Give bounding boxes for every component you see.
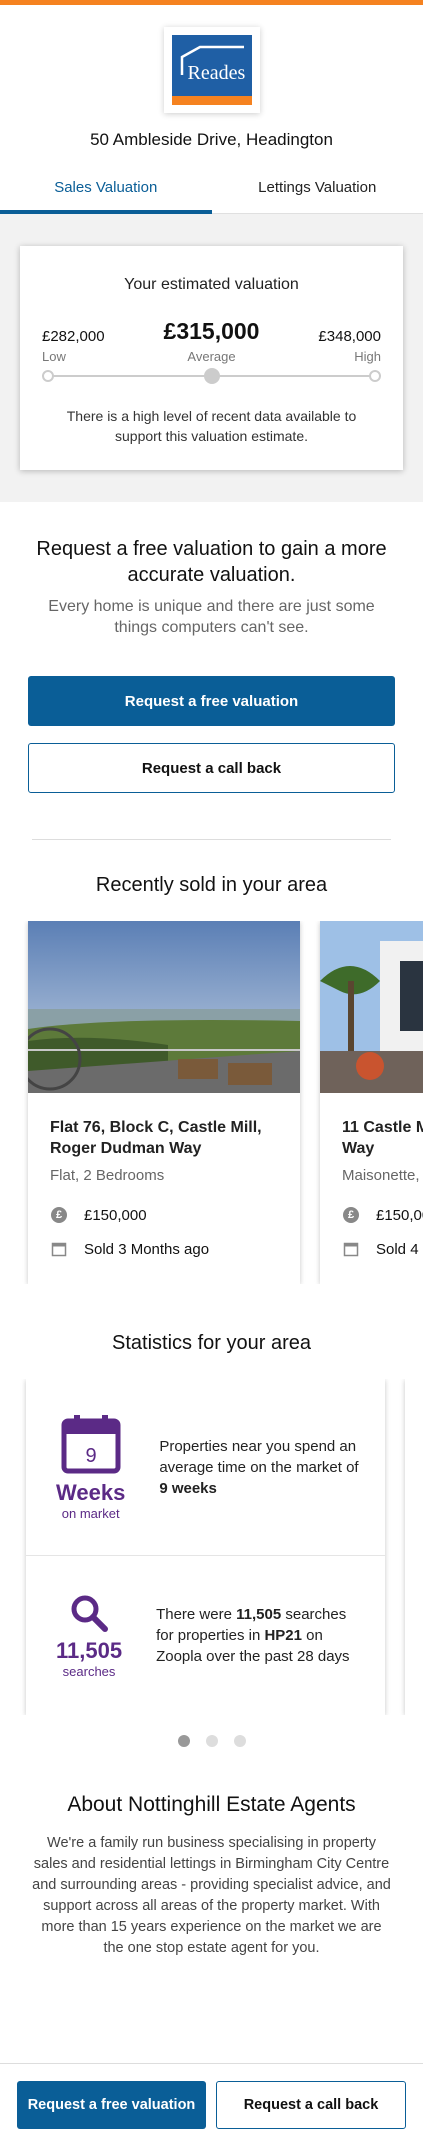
pound-icon: £ [342,1206,360,1224]
property-price-row: £ £150,000 [342,1206,423,1224]
property-photo-image [28,921,300,1093]
property-details: 11 Castle Mill, Roger Dudman Way Maisone… [320,1093,423,1284]
calendar-icon: 9 [61,1415,121,1474]
statistics-card [405,1379,423,1715]
stat-weeks-row: 9 Weeks on market Properties near you sp… [26,1379,385,1555]
high-label: High [354,349,381,364]
property-photo-image [320,921,423,1093]
statistics-title: Statistics for your area [112,1332,311,1354]
footer-request-call-back-button[interactable]: Request a call back [215,2081,406,2129]
valuation-title: Your estimated valuation [124,276,299,293]
property-name: 11 Castle Mill, Roger Dudman Way [342,1119,423,1157]
search-icon [71,1595,109,1632]
stat-weeks-big: Weeks [56,1480,126,1505]
property-type: Maisonette, 2 Bedrooms [342,1167,423,1184]
request-valuation-section: Request a free valuation to gain a more … [0,502,423,793]
stat-searches-big: 11,505 [56,1637,123,1663]
carousel-pagination [0,1735,423,1747]
stat-searches-small: searches [62,1663,116,1679]
request-free-valuation-button[interactable]: Request a free valuation [28,676,395,726]
low-value: £282,000 [42,328,105,345]
stat-searches-text-area: HP21 [264,1627,302,1644]
property-price-row: £ £150,000 [50,1206,278,1224]
valuation-average: £315,000 Average [164,318,260,364]
property-type: Flat, 2 Bedrooms [50,1167,165,1184]
about-text: We're a family run business specialising… [32,1835,391,1956]
sticky-footer: Request a free valuation Request a call … [0,2063,423,2139]
stat-searches-text-a: There were [156,1606,237,1623]
pound-icon: £ [50,1206,68,1224]
agency-logo: Reades [163,27,260,113]
pagination-dot[interactable] [177,1735,190,1747]
statistics-section: Statistics for your area 9 Weeks on mark… [0,1332,423,1747]
stat-searches-badge: 11,505 searches [56,1593,122,1679]
stat-searches-row: 11,505 searches There were 11,505 search… [26,1555,385,1715]
average-label: Average [187,349,236,364]
slider-high-marker [369,370,381,382]
valuation-section: Your estimated valuation £282,000 Low £3… [0,214,423,502]
cta-subtitle: Every home is unique and there are just … [48,598,375,636]
about-title: About Nottinghill Estate Agents [67,1793,356,1816]
property-address: 50 Ambleside Drive, Headington [90,130,333,149]
property-photo [320,921,423,1093]
average-value: £315,000 [163,318,260,344]
recently-sold-carousel[interactable]: Flat 76, Block C, Castle Mill, Roger Dud… [0,921,423,1284]
pagination-dot[interactable] [205,1735,218,1747]
statistics-card: 9 Weeks on market Properties near you sp… [26,1379,385,1715]
calendar-icon [50,1240,68,1258]
agency-logo-mark: Reades [171,35,252,105]
cta-title: Request a free valuation to gain a more … [36,538,387,586]
sold-property-card[interactable]: Flat 76, Block C, Castle Mill, Roger Dud… [28,921,300,1284]
property-photo [28,921,300,1093]
valuation-tabs: Sales Valuation Lettings Valuation [0,168,423,214]
about-section: About Nottinghill Estate Agents We're a … [0,1793,423,1959]
high-value: £348,000 [318,328,381,345]
property-price: £150,000 [84,1206,147,1224]
property-sold-date: Sold 4 Months ago [376,1240,423,1258]
valuation-card: Your estimated valuation £282,000 Low £3… [20,246,403,470]
property-sold-row: Sold 3 Months ago [50,1240,278,1258]
stat-weeks-text: Properties near you spend an average tim… [159,1436,365,1499]
recently-sold-title: Recently sold in your area [95,874,328,896]
request-call-back-button[interactable]: Request a call back [28,743,395,793]
calendar-weeks-number: 9 [85,1445,96,1467]
property-price: £150,000 [376,1206,423,1224]
stat-searches-text: There were 11,505 searches for propertie… [156,1604,365,1667]
valuation-low: £282,000 Low [42,328,105,364]
logo-container: Reades [0,5,423,113]
logo-accent-bar [171,96,252,105]
calendar-icon [342,1240,360,1258]
section-divider [32,839,391,840]
footer-request-free-valuation-button[interactable]: Request a free valuation [17,2081,206,2129]
sold-property-card[interactable]: 11 Castle Mill, Roger Dudman Way Maisone… [320,921,423,1284]
stat-weeks-small: on market [61,1506,120,1521]
tab-sales-valuation[interactable]: Sales Valuation [0,168,212,214]
stat-weeks-badge: 9 Weeks on market [56,1413,125,1521]
recently-sold-section: Recently sold in your area Flat 76, Bloc… [0,874,423,1284]
tab-lettings-valuation[interactable]: Lettings Valuation [212,168,423,213]
stat-searches-text-count: 11,505 [236,1606,282,1623]
low-label: Low [42,349,66,364]
valuation-range: £282,000 Low £315,000 Average £348,000 H… [42,318,381,364]
valuation-high: £348,000 High [318,328,381,364]
statistics-carousel[interactable]: 9 Weeks on market Properties near you sp… [0,1379,423,1715]
stat-weeks-text-bold: 9 weeks [159,1479,217,1497]
stat-weeks-text-pre: Properties near you spend an average tim… [159,1437,359,1476]
valuation-confidence-note: There is a high level of recent data ava… [66,408,357,444]
property-name: Flat 76, Block C, Castle Mill, Roger Dud… [50,1119,262,1157]
logo-wordmark: Reades [187,62,246,84]
property-details: Flat 76, Block C, Castle Mill, Roger Dud… [28,1093,300,1284]
pagination-dot[interactable] [233,1735,246,1747]
slider-average-marker [203,368,220,384]
property-sold-date: Sold 3 Months ago [84,1240,210,1258]
valuation-range-slider [42,368,381,384]
property-sold-row: Sold 4 Months ago [342,1240,423,1258]
slider-low-marker [42,370,54,382]
